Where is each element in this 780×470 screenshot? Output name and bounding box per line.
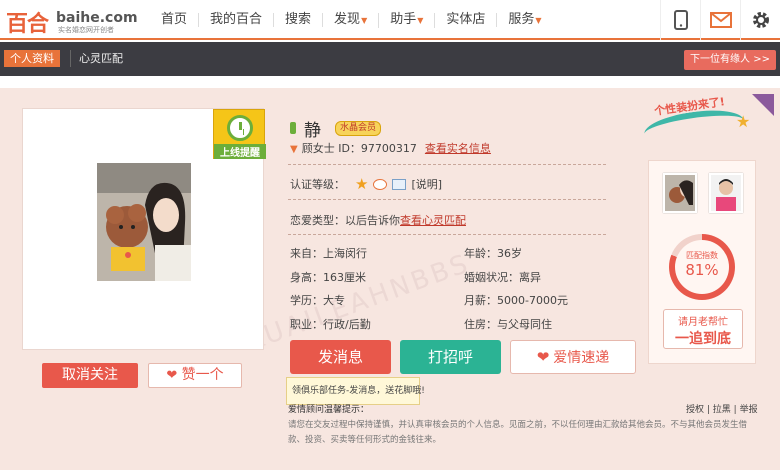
notice-title: 爱情顾问温馨提示：	[288, 405, 370, 415]
match-index-ring: 匹配指数 81%	[669, 234, 735, 300]
gift-heart-icon: ❤	[536, 348, 550, 366]
tab-personal-info[interactable]: 个人资料	[4, 50, 60, 67]
nav-label: 发现	[334, 11, 361, 27]
block-link[interactable]: 拉黑	[713, 405, 731, 415]
detail-occupation: 职业：行政/后勤	[290, 317, 371, 331]
detail-age: 年龄：36岁	[464, 247, 522, 260]
id-row: ▼ 顾女士 ID：97700317 查看实名信息	[290, 140, 491, 156]
logo-tagline: 实名婚恋网开创者	[58, 26, 114, 34]
vip-badge[interactable]: 水晶会员	[335, 120, 382, 136]
matchmaker-line1: 请月老帮忙	[678, 317, 728, 328]
send-message-button[interactable]: 发消息	[290, 340, 391, 374]
verified-v-icon: ▼	[290, 144, 298, 155]
heart-icon: ❤	[166, 368, 178, 383]
detail-row: 职业：行政/后勤 住房：与父母同住	[290, 316, 610, 340]
match-index-value: 81%	[685, 261, 719, 279]
online-reminder-label: 上线提醒	[214, 144, 266, 159]
phone-online-icon	[290, 122, 296, 134]
caret-down-icon: ▼	[417, 15, 424, 25]
detail-salary: 月薪：5000-7000元	[464, 294, 568, 307]
clock-icon	[227, 115, 253, 141]
matchmaker-line2: 一追到底	[675, 331, 731, 347]
nav-item-discover[interactable]: 发现▼	[323, 11, 380, 28]
profile-subnav: 个人资料 心灵匹配 下一位有缘人 >>	[0, 42, 780, 76]
authorize-link[interactable]: 授权	[686, 405, 704, 415]
divider	[288, 234, 606, 235]
logo-chinese-text: 百合	[6, 12, 49, 37]
realname-cert-icon[interactable]	[373, 178, 388, 190]
love-express-button[interactable]: ❤ 爱情速递	[510, 340, 636, 374]
detail-education: 学历：大专	[290, 294, 345, 307]
nav-item-my-baihe[interactable]: 我的百合	[199, 12, 275, 27]
nav-item-service[interactable]: 服务▼	[497, 11, 552, 28]
task-tooltip: 领俱乐部任务-发消息，送花脚哦!	[286, 377, 425, 405]
nav-label: 助手	[390, 11, 417, 27]
match-panel: 匹配指数 81% 请月老帮忙 一追到底	[648, 160, 756, 364]
say-hi-button[interactable]: 打招呼	[400, 340, 501, 374]
like-label: 赞一个	[181, 367, 224, 383]
other-avatar-thumb[interactable]	[709, 173, 743, 213]
notice-body: 请您在交友过程中保持谨慎，并认真审核会员的个人信息。见面之前，不以任何理由汇款给…	[288, 420, 748, 445]
love-type-label: 恋爱类型：以后告诉你	[290, 214, 400, 227]
profile-name: 静	[304, 120, 321, 141]
caret-down-icon: ▼	[361, 15, 368, 25]
mobile-icon[interactable]	[660, 0, 700, 40]
view-soul-match-link[interactable]: 查看心灵匹配	[400, 214, 466, 227]
gear-icon[interactable]	[740, 0, 780, 40]
top-navigation-bar: 百合 baihe.com 实名婚恋网开创者 首页 我的百合 搜索 发现▼ 助手▼…	[0, 0, 780, 40]
detail-housing: 住房：与父母同住	[464, 317, 552, 331]
nav-label: 实体店	[446, 12, 486, 27]
divider	[288, 199, 606, 200]
view-realname-link[interactable]: 查看实名信息	[425, 142, 491, 155]
caret-down-icon: ▼	[535, 15, 542, 25]
cert-label: 认证等级：	[290, 178, 345, 191]
divider	[288, 164, 606, 165]
id-text: 顾女士 ID：97700317	[301, 142, 417, 155]
notice-links: 授权 | 拉黑 | 举报	[686, 405, 758, 415]
tab-soul-match[interactable]: 心灵匹配	[70, 50, 131, 67]
like-button[interactable]: ❤ 赞一个	[148, 363, 242, 388]
nav-item-home[interactable]: 首页	[150, 12, 200, 27]
nav-label: 服务	[508, 11, 535, 27]
match-index-label: 匹配指数	[686, 251, 718, 260]
online-reminder-badge[interactable]: 上线提醒	[213, 109, 266, 159]
detail-location: 来自：上海闵行	[290, 247, 367, 260]
baihe-logo[interactable]: 百合 baihe.com 实名婚恋网开创者	[6, 4, 138, 37]
unfollow-button[interactable]: 取消关注	[42, 363, 138, 388]
nav-label: 首页	[161, 12, 188, 27]
mail-icon[interactable]	[700, 0, 740, 40]
logo-domain-text: baihe.com	[56, 10, 138, 26]
profile-photo[interactable]	[97, 163, 191, 281]
match-index-center: 匹配指数 81%	[675, 240, 729, 294]
nav-label: 搜索	[285, 12, 312, 27]
top-icons	[660, 0, 780, 40]
id-card-icon[interactable]	[392, 178, 407, 190]
detail-marital: 婚姻状况：离异	[464, 270, 541, 284]
detail-height: 身高：163厘米	[290, 270, 366, 284]
matchmaker-button[interactable]: 请月老帮忙 一追到底	[663, 309, 743, 349]
report-link[interactable]: 举报	[740, 405, 758, 415]
star-icon: ★	[736, 112, 751, 131]
next-match-button[interactable]: 下一位有缘人 >>	[684, 50, 776, 70]
love-express-label: 爱情速递	[553, 350, 610, 366]
photo-card: 上线提醒	[22, 108, 266, 350]
main-nav: 首页 我的百合 搜索 发现▼ 助手▼ 实体店 服务▼	[150, 0, 553, 40]
love-type-row: 恋爱类型：以后告诉你查看心灵匹配	[290, 212, 466, 228]
name-row: 静 水晶会员	[290, 118, 382, 141]
detail-row: 来自：上海闵行 年龄：36岁	[290, 245, 610, 269]
profile-main: KUAILEAHNBBS 上线提醒 取消关注 ❤ 赞一个 静 水晶会员 ▼ 顾女…	[0, 88, 780, 470]
nav-item-store[interactable]: 实体店	[435, 12, 498, 27]
nav-item-assistant[interactable]: 助手▼	[379, 11, 436, 28]
dressup-banner[interactable]: 个性装扮来了! ★	[642, 94, 774, 149]
certification-row: 认证等级： ★ [说明]	[290, 175, 442, 193]
detail-row: 身高：163厘米 婚姻状况：离异	[290, 269, 610, 293]
profile-details: 来自：上海闵行 年龄：36岁 身高：163厘米 婚姻状况：离异 学历：大专 月薪：50…	[290, 245, 610, 339]
nav-label: 我的百合	[210, 12, 263, 27]
star-icon[interactable]: ★	[355, 175, 368, 193]
nav-item-search[interactable]: 搜索	[274, 12, 324, 27]
detail-row: 学历：大专 月薪：5000-7000元	[290, 292, 610, 316]
my-avatar-thumb[interactable]	[663, 173, 697, 213]
corner-ribbon-icon	[752, 94, 774, 116]
cert-explain-link[interactable]: [说明]	[411, 176, 442, 192]
